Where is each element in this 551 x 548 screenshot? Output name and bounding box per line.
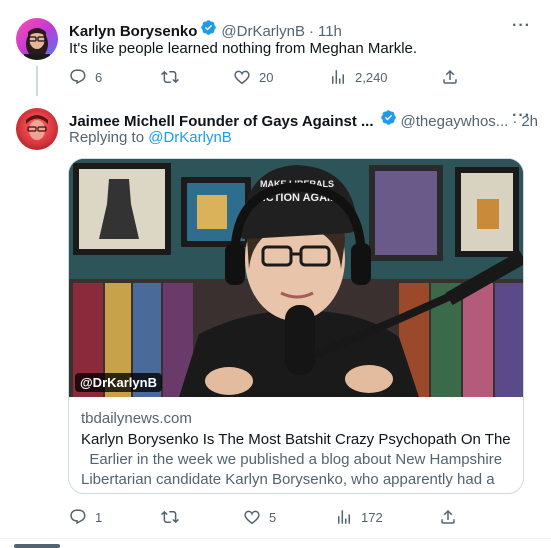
verified-badge-icon xyxy=(380,110,396,125)
retweet-icon xyxy=(161,70,179,84)
views-icon xyxy=(338,510,350,524)
retweet-button[interactable] xyxy=(161,68,233,86)
like-icon xyxy=(234,70,250,85)
next-tweet-edge xyxy=(14,544,60,548)
like-icon xyxy=(244,510,260,525)
tweet-timestamp[interactable]: 11h xyxy=(318,23,342,40)
like-count: 20 xyxy=(259,69,274,85)
separator-dot: · xyxy=(308,23,314,40)
tweet-header: Jaimee Michell Founder of Gays Against .… xyxy=(69,109,538,130)
reply-count: 1 xyxy=(95,509,103,525)
views-count: 2,240 xyxy=(355,69,388,85)
replying-to-link[interactable]: @DrKarlynB xyxy=(148,129,232,146)
link-card[interactable]: MAKE LIBERALS FICTION AGAIN @DrKarlynB t… xyxy=(68,158,524,494)
card-text-body: tbdailynews.com Karlyn Borysenko Is The … xyxy=(69,397,523,493)
author-handle[interactable]: @thegaywhos... xyxy=(401,113,509,130)
reply-icon xyxy=(70,509,86,525)
reply-icon xyxy=(70,69,86,85)
share-button[interactable] xyxy=(439,508,465,526)
card-domain: tbdailynews.com xyxy=(81,410,192,427)
share-icon xyxy=(443,69,457,84)
author-name[interactable]: Karlyn Borysenko xyxy=(69,23,197,40)
tweet-divider xyxy=(0,538,551,539)
thread-connector-line xyxy=(36,66,38,96)
verified-badge-icon xyxy=(201,20,217,35)
views-button[interactable]: 172 xyxy=(335,508,439,526)
retweet-icon xyxy=(161,510,179,524)
replying-to-line: Replying to @DrKarlynB xyxy=(69,129,232,146)
views-button[interactable]: 2,240 xyxy=(329,68,441,86)
reply-count: 6 xyxy=(95,69,103,85)
like-count: 5 xyxy=(269,509,277,525)
retweet-button[interactable] xyxy=(161,508,243,526)
views-count: 172 xyxy=(361,509,383,525)
author-name[interactable]: Jaimee Michell Founder of Gays Against .… xyxy=(69,113,374,130)
share-icon xyxy=(441,509,455,524)
more-icon[interactable]: ··· xyxy=(512,107,531,125)
tweet-header: Karlyn Borysenko @DrKarlynB · 11h xyxy=(69,19,342,40)
card-description-line2: Libertarian candidate Karlyn Borysenko, … xyxy=(81,471,495,493)
like-button[interactable]: 20 xyxy=(233,68,329,86)
card-description-line1: Earlier in the week we published a blog … xyxy=(81,451,503,468)
card-video-thumbnail[interactable]: MAKE LIBERALS FICTION AGAIN @DrKarlynB xyxy=(69,159,523,397)
more-icon[interactable]: ··· xyxy=(512,17,531,35)
share-button[interactable] xyxy=(441,68,467,86)
avatar-karlyn[interactable] xyxy=(16,18,58,60)
tweet-actions: 6 20 2,240 xyxy=(69,68,467,86)
author-handle[interactable]: @DrKarlynB xyxy=(221,23,305,40)
tweet-actions: 1 5 172 xyxy=(69,508,465,526)
replying-prefix: Replying to xyxy=(69,129,149,146)
reply-button[interactable]: 6 xyxy=(69,68,161,86)
tweet-text: It's like people learned nothing from Me… xyxy=(69,40,418,57)
avatar-jaimee[interactable] xyxy=(16,108,58,150)
reply-button[interactable]: 1 xyxy=(69,508,161,526)
views-icon xyxy=(332,70,344,84)
tweet-karlyn[interactable]: Karlyn Borysenko @DrKarlynB · 11h ··· It… xyxy=(0,0,551,100)
card-title: Karlyn Borysenko Is The Most Batshit Cra… xyxy=(81,431,511,448)
card-media-tag: @DrKarlynB xyxy=(75,373,162,392)
like-button[interactable]: 5 xyxy=(243,508,335,526)
